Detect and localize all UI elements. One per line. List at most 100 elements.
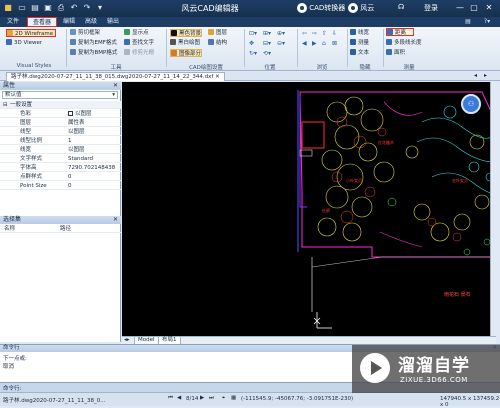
zoom-out-icon[interactable]: ⊖▾ [277, 40, 285, 47]
snap-icon[interactable]: ⌖ [222, 395, 225, 402]
property-row[interactable]: Point Size 0 [0, 182, 121, 190]
style-switch-icon[interactable]: ▤ [462, 17, 474, 27]
page-last-icon[interactable]: ⏭ [209, 395, 214, 402]
grid-icon[interactable]: ▦ [231, 395, 236, 401]
properties-section[interactable]: ⊟ 一般设置 [0, 101, 121, 109]
trim-raster-button[interactable]: 修剪光栅 [124, 49, 154, 57]
property-row[interactable]: 线型 以图层 [0, 128, 121, 136]
zoom-real-icon[interactable]: ⊟▾ [263, 40, 271, 47]
tab-scroll-left-icon[interactable]: ◂ [474, 72, 477, 79]
fit-view-icon[interactable]: ⊠ [332, 40, 337, 47]
property-row[interactable]: 字体高 7290.702148438 [0, 164, 121, 172]
property-row[interactable]: 文字样式 Standard [0, 155, 121, 163]
zoom-in-icon[interactable]: ⊕▾ [277, 30, 285, 37]
login-link[interactable]: 登录 [424, 3, 438, 13]
next-view-icon[interactable]: ▶ [312, 40, 317, 47]
black-white-button[interactable]: 黑白绘图 [170, 39, 200, 47]
zoom-extents-icon[interactable]: ⊡▾ [249, 30, 257, 37]
open-folder-icon[interactable]: ▤ [30, 3, 40, 13]
print-icon[interactable]: ⎙ [56, 3, 66, 13]
document-tab[interactable]: 路子林.dwg2020-07-27_11_11_38_015.dwg2020-0… [6, 72, 225, 81]
close-tab-icon[interactable]: ✕ [215, 74, 220, 80]
tab-output[interactable]: 输出 [104, 17, 122, 27]
layers-button[interactable]: 图层 [208, 29, 227, 37]
cad-drawing: 小叶女贞 红花檵木 金叶女贞 杜鹃 雨花石 景石 [297, 90, 496, 329]
tab-viewer[interactable]: 查看器 [27, 17, 57, 27]
home-view-icon[interactable]: ⌂ [322, 40, 326, 47]
image-part-button[interactable]: 图像部分 [170, 49, 203, 57]
tab-edit[interactable]: 编辑 [60, 17, 78, 27]
copy-bmp-button[interactable]: 复制为BMP格式 [70, 49, 117, 57]
tab-scroll-right-icon[interactable]: ▸ [484, 72, 487, 79]
property-value: 属性表 [68, 119, 85, 127]
lineweight-icon [350, 29, 356, 35]
find-text-button[interactable]: 查找文字 [124, 39, 154, 47]
text-toggle-button[interactable]: 文本 [350, 49, 369, 57]
watermark-url: ZIXUE.3D66.COM [400, 376, 468, 384]
tab-advanced[interactable]: 高级 [82, 17, 100, 27]
arrow-right-icon[interactable]: ⇨ [312, 30, 317, 37]
vertical-scrollbar[interactable] [490, 82, 497, 336]
bw-icon [170, 39, 176, 45]
arrow-down-icon[interactable]: ⇩ [332, 30, 337, 37]
property-key: 线宽 [20, 147, 32, 153]
zoom-window-icon[interactable]: ⊞▾ [263, 30, 271, 37]
distance-button[interactable]: 距离 [386, 28, 414, 36]
arrow-left-icon[interactable]: ⇦ [302, 30, 307, 37]
pin-icon[interactable]: ✕ [113, 216, 118, 224]
property-row[interactable]: 线型比例 1 [0, 137, 121, 145]
property-value: 以图层 [68, 128, 85, 136]
minimize-button[interactable]: — [454, 2, 466, 14]
close-button[interactable]: ✕ [483, 2, 495, 14]
page-first-icon[interactable]: ⏮ [168, 395, 173, 402]
help-icon[interactable]: ?▾ [478, 17, 496, 27]
drawing-canvas[interactable]: 小叶女贞 红花檵木 金叶女贞 杜鹃 雨花石 景石 ⚇ [122, 82, 496, 336]
show-points-button[interactable]: 显示点 [124, 29, 149, 37]
property-value-text: 0 [68, 174, 72, 180]
pin-icon[interactable]: ✕ [113, 82, 118, 90]
converter-link[interactable]: CAD转换器 [297, 3, 345, 13]
undo-icon[interactable]: ↶ [69, 3, 79, 13]
property-row[interactable]: 点群样式 0 [0, 173, 121, 181]
property-value: 7290.702148438 [68, 164, 115, 172]
copy-emf-button[interactable]: 复制为EMF格式 [70, 39, 117, 47]
orbit-icon[interactable]: ↻▾ [249, 50, 257, 57]
line-weight-button[interactable]: 线宽 [350, 29, 369, 37]
dropdown-icon[interactable]: ▾ [95, 3, 105, 13]
tab-nav-icon[interactable]: ◂▸ [124, 337, 130, 343]
property-row[interactable]: 线宽 以图层 [0, 146, 121, 154]
user-menu[interactable]: 风云 [348, 3, 374, 13]
view-cube-icon[interactable]: ⚇ [461, 94, 481, 114]
properties-dropdown[interactable]: 默认值 ▾ [2, 91, 118, 99]
prev-view-icon[interactable]: ◀ [302, 40, 307, 47]
headset-icon[interactable]: ☊ [398, 3, 404, 11]
new-file-icon[interactable]: ▭ [17, 3, 27, 13]
black-background-button[interactable]: 黑色背景 [170, 29, 203, 37]
group-cad-settings: CAD绘图设置 [189, 65, 223, 71]
area-button[interactable]: 面积 [386, 49, 405, 57]
property-row[interactable]: 图层 属性表 [0, 119, 121, 127]
property-row[interactable]: 色彩 以图层 [0, 110, 121, 118]
2d-wireframe-button[interactable]: 2D Wireframe [6, 29, 56, 37]
copy-icon [70, 49, 76, 55]
pan-icon[interactable]: ✥ [249, 40, 254, 47]
status-size: 147940.5 x 137459.2 x 0 [440, 396, 500, 408]
3d-viewer-button[interactable]: 3D Viewer [6, 39, 42, 47]
property-key: 色彩 [20, 111, 32, 117]
page-prev-icon[interactable]: ◀ [177, 395, 181, 401]
measure-toggle-button[interactable]: 测量 [350, 39, 369, 47]
collapse-icon: ⊟ [3, 102, 8, 108]
maximize-button[interactable]: ▢ [468, 2, 480, 14]
property-value-text: 0 [68, 183, 72, 189]
polyline-length-button[interactable]: 多段线长度 [386, 39, 422, 47]
clip-frame-button[interactable]: 剪切框架 [70, 29, 100, 37]
rotate-icon[interactable]: ⟲▾ [263, 50, 271, 57]
save-icon[interactable]: ▣ [43, 3, 53, 13]
page-next-icon[interactable]: ▶ [200, 395, 204, 401]
status-page: 8/14 [186, 396, 199, 402]
arrow-up-icon[interactable]: ⇧ [322, 30, 327, 37]
property-value-text: 以图层 [68, 129, 85, 135]
redo-icon[interactable]: ↷ [82, 3, 92, 13]
tab-file[interactable]: 文件 [4, 17, 22, 27]
structure-button[interactable]: 结构 [208, 39, 227, 47]
